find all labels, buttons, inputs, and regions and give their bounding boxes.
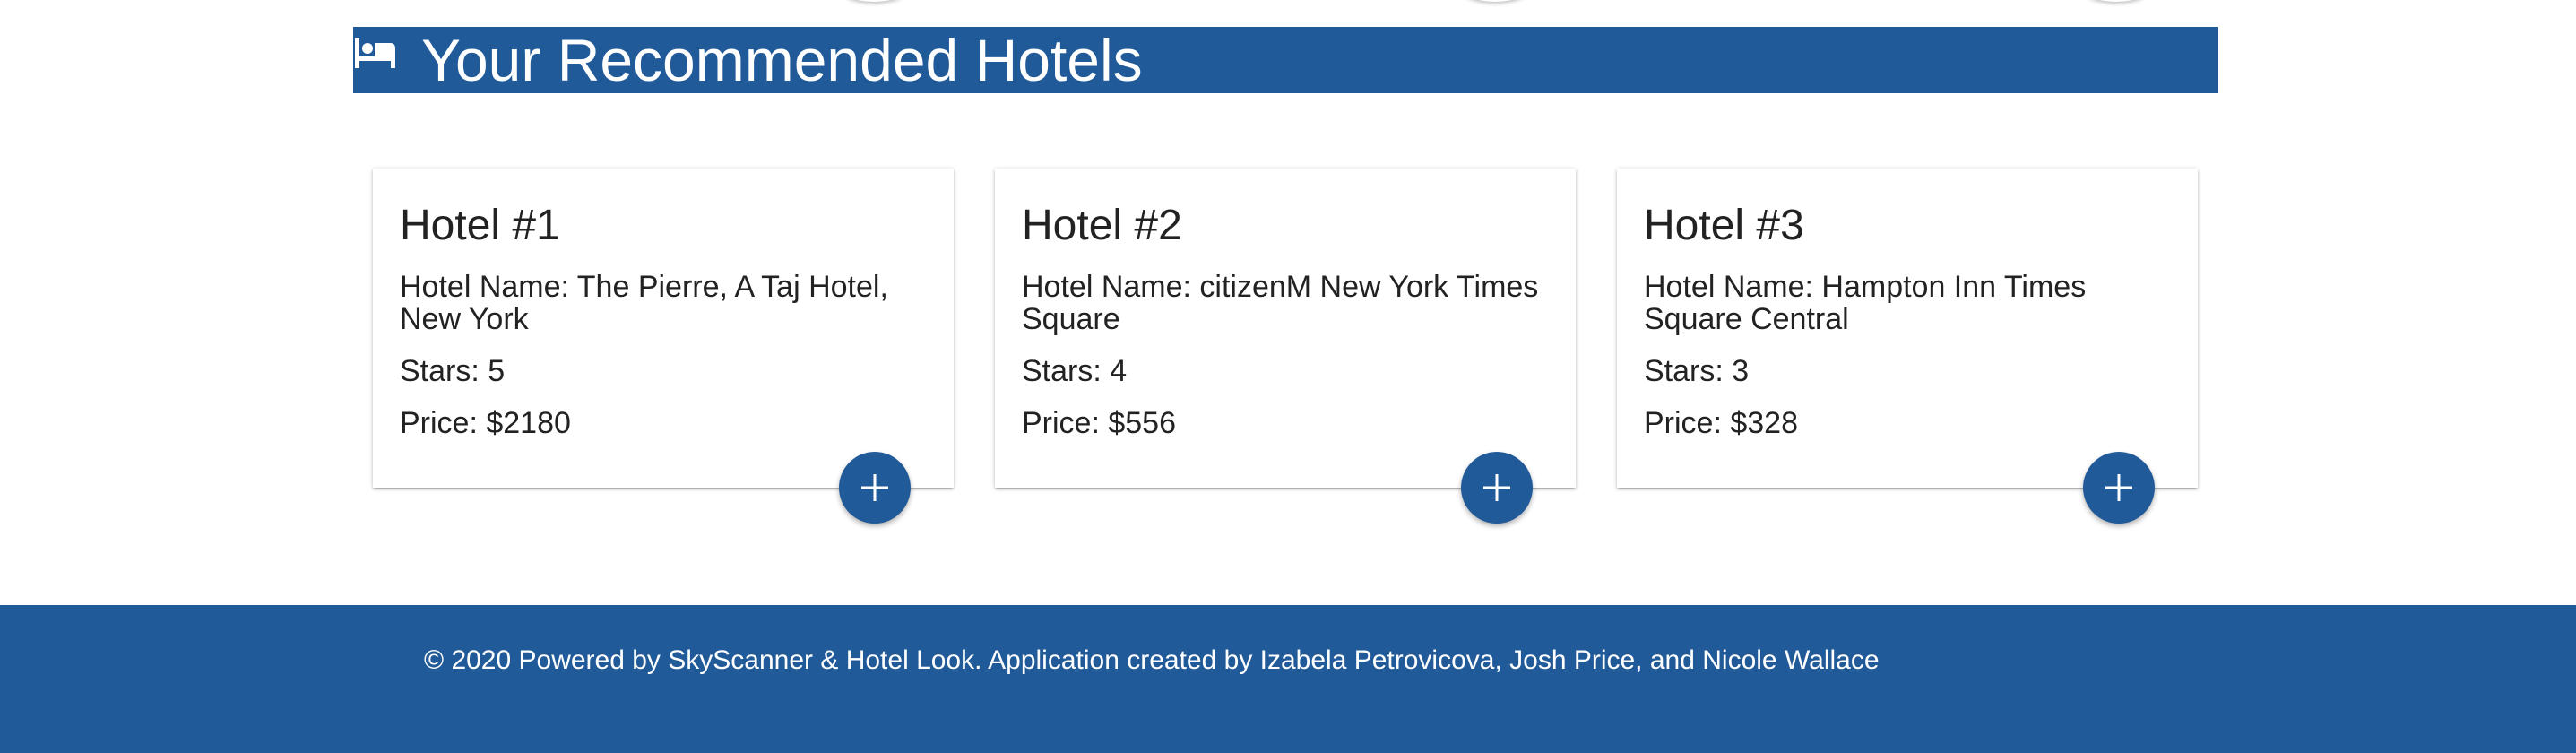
hotel-name: Hotel Name: Hampton Inn Times Square Cen… bbox=[1644, 270, 2087, 336]
section-header: Your Recommended Hotels bbox=[353, 27, 2218, 93]
previous-section-button-edge bbox=[2080, 0, 2152, 2]
hotel-card: Hotel #1 Hotel Name: The Pierre, A Taj H… bbox=[373, 169, 954, 524]
hotel-price: Price: $556 bbox=[1022, 406, 1176, 440]
previous-section-button-edge bbox=[1459, 0, 1531, 2]
section-title: Your Recommended Hotels bbox=[421, 27, 1143, 93]
hotel-card-title: Hotel #1 bbox=[400, 202, 560, 249]
plus-icon bbox=[2105, 474, 2132, 501]
hotel-name: Hotel Name: citizenM New York Times Squa… bbox=[1022, 270, 1539, 336]
page: Your Recommended Hotels Hotel #1 Hotel N… bbox=[0, 0, 2576, 753]
plus-icon bbox=[861, 474, 888, 501]
hotel-card-title: Hotel #3 bbox=[1644, 202, 1804, 249]
footer: © 2020 Powered by SkyScanner & Hotel Loo… bbox=[0, 605, 2576, 753]
bed-icon bbox=[355, 38, 395, 68]
hotel-card: Hotel #3 Hotel Name: Hampton Inn Times S… bbox=[1617, 169, 2198, 524]
hotel-price: Price: $328 bbox=[1644, 406, 1798, 440]
previous-section-button-edge bbox=[838, 0, 910, 2]
hotel-price: Price: $2180 bbox=[400, 406, 571, 440]
hotel-name: Hotel Name: The Pierre, A Taj Hotel, New… bbox=[400, 270, 888, 336]
add-hotel-button[interactable] bbox=[839, 452, 911, 524]
hotel-card: Hotel #2 Hotel Name: citizenM New York T… bbox=[995, 169, 1576, 524]
plus-icon bbox=[1483, 474, 1510, 501]
hotel-stars: Stars: 4 bbox=[1022, 354, 1128, 388]
hotel-stars: Stars: 5 bbox=[400, 354, 506, 388]
hotel-card-title: Hotel #2 bbox=[1022, 202, 1182, 249]
add-hotel-button[interactable] bbox=[1461, 452, 1533, 524]
add-hotel-button[interactable] bbox=[2083, 452, 2155, 524]
hotel-stars: Stars: 3 bbox=[1644, 354, 1750, 388]
footer-credits: © 2020 Powered by SkyScanner & Hotel Loo… bbox=[424, 645, 1880, 675]
